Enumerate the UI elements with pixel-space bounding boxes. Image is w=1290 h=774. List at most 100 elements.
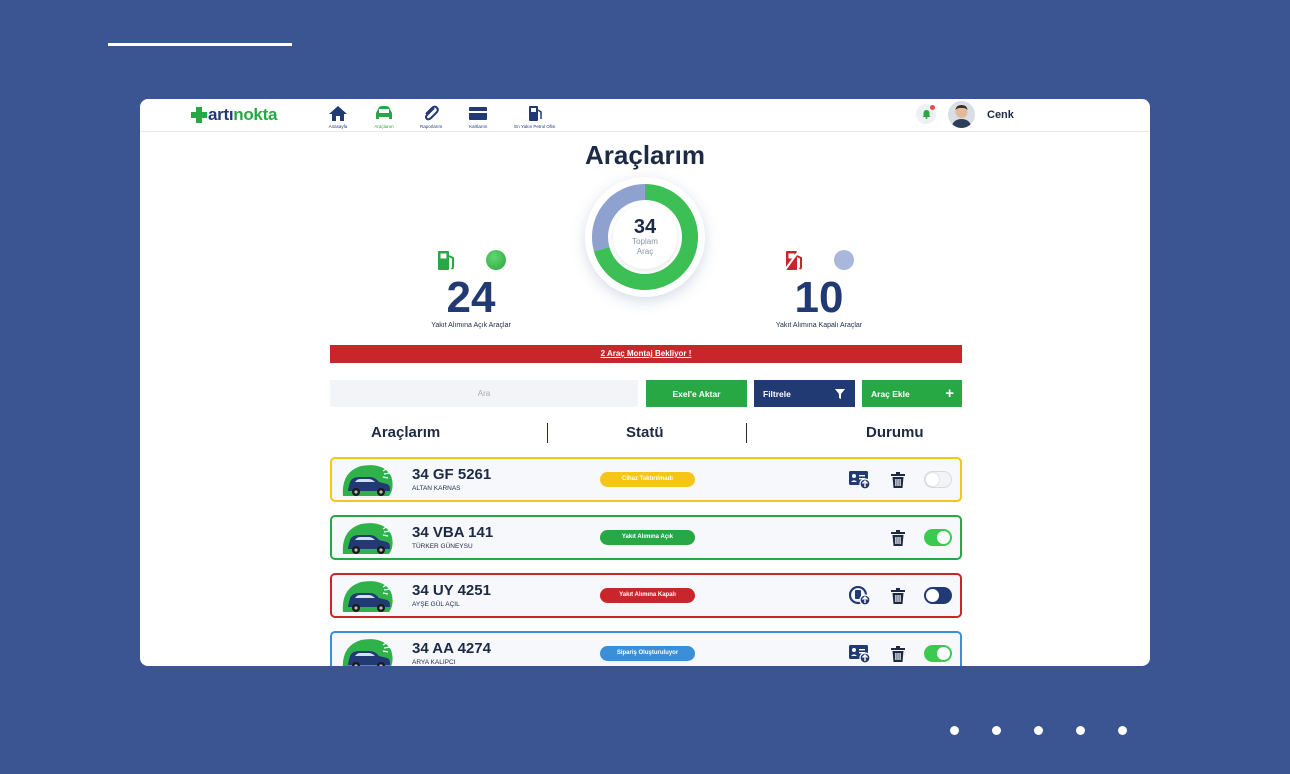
open-count: 24 [446, 273, 496, 322]
pagination-dot[interactable] [992, 726, 1001, 735]
installation-alert-link[interactable]: 2 Araç Montaj Bekliyor ! [330, 345, 962, 363]
filter-button[interactable]: Filtrele [754, 380, 855, 407]
table-row[interactable]: 34 UY 4251 AYŞE GÜL AÇIL Yakıt Alımına K… [330, 573, 962, 618]
fuel-toggle[interactable] [924, 587, 952, 604]
open-legend-dot [486, 250, 506, 270]
gas-upload-icon[interactable] [848, 585, 871, 611]
column-header-vehicles: Araçlarım [371, 424, 441, 441]
vehicle-owner: ALTAN KARNAS [412, 485, 461, 492]
nav-label: Anasayfa [328, 124, 348, 129]
app-window: artınokta Anasayfa Araçlarım Raporlarım … [140, 99, 1150, 666]
home-icon [329, 106, 347, 121]
toggle-knob [926, 473, 939, 486]
top-navbar: artınokta Anasayfa Araçlarım Raporlarım … [140, 99, 1150, 132]
status-badge: Yakıt Alımına Kapalı [600, 588, 695, 603]
car-icon [376, 106, 392, 119]
closed-vehicles-stat: 10 Yakıt Alımına Kapalı Araçlar [744, 249, 894, 329]
paperclip-icon [425, 105, 439, 121]
table-row[interactable]: 34 GF 5261 ALTAN KARNAS Cihaz Taktırılma… [330, 457, 962, 502]
add-vehicle-button[interactable]: Araç Ekle + [862, 380, 962, 407]
trash-icon[interactable] [891, 588, 905, 604]
user-name[interactable]: Cenk [987, 109, 1014, 121]
page-title: Araçlarım [585, 140, 705, 170]
toggle-knob [926, 589, 939, 602]
notifications-button[interactable] [916, 104, 936, 124]
status-badge: Cihaz Taktırılmadı [600, 472, 695, 487]
column-divider [746, 423, 747, 443]
donut-center: 34 Toplam Araç [613, 205, 677, 269]
filter-label: Filtrele [763, 388, 791, 399]
status-badge: Sipariş Oluşturuluyor [600, 646, 695, 661]
car-illustration-icon [342, 581, 393, 612]
export-label: Exel'e Aktar [672, 388, 721, 399]
search-input[interactable] [330, 380, 638, 407]
total-count: 34 [633, 216, 657, 238]
closed-label: Yakıt Alımına Kapalı Araçlar [775, 322, 863, 329]
trash-icon[interactable] [891, 472, 905, 488]
nav-item-vehicles[interactable]: Araçlarım [374, 105, 394, 129]
pagination-dot[interactable] [1076, 726, 1085, 735]
pagination-dot[interactable] [950, 726, 959, 735]
main-nav: Anasayfa Araçlarım Raporlarım Kartlarım … [328, 105, 581, 129]
pagination-dot[interactable] [1034, 726, 1043, 735]
export-excel-button[interactable]: Exel'e Aktar [646, 380, 747, 407]
decorative-line [108, 43, 292, 46]
vehicle-plate: 34 VBA 141 [412, 524, 494, 541]
id-card-upload-icon[interactable] [849, 644, 871, 666]
open-vehicles-stat: 24 Yakıt Alımına Açık Araçlar [396, 249, 546, 329]
vehicle-plate: 34 AA 4274 [412, 640, 491, 657]
brand-logo[interactable]: artınokta [191, 103, 277, 127]
nav-label: Raporlarım [420, 124, 443, 129]
vehicle-owner: TÜRKER GÜNEYSU [412, 543, 473, 550]
total-label-line2: Araç [636, 247, 654, 256]
notification-dot [930, 105, 935, 110]
table-row[interactable]: 34 VBA 141 TÜRKER GÜNEYSU Yakıt Alımına … [330, 515, 962, 560]
filter-icon [835, 388, 845, 399]
closed-count: 10 [794, 273, 844, 322]
car-illustration-icon [342, 639, 393, 666]
logo-text-part1: artı [208, 105, 234, 124]
table-header: Araçlarım Statü Durumu [330, 422, 962, 444]
plus-logo-icon [191, 107, 207, 123]
plus-icon: + [945, 385, 954, 402]
vehicle-owner: ARYA KALIPCI [412, 659, 456, 666]
fuel-pump-off-icon [784, 250, 802, 271]
vehicle-plate: 34 UY 4251 [412, 582, 491, 599]
logo-text-part2: nokta [233, 105, 278, 124]
pagination-dots [950, 726, 1127, 735]
nav-item-reports[interactable]: Raporlarım [420, 105, 442, 129]
car-illustration-icon [342, 523, 393, 554]
fuel-pump-icon [438, 250, 454, 270]
column-divider [547, 423, 548, 443]
nav-item-cards[interactable]: Kartlarım [468, 105, 488, 129]
car-illustration-icon [342, 465, 393, 496]
total-vehicles-donut: 34 Toplam Araç [585, 177, 705, 297]
vehicle-owner: AYŞE GÜL AÇIL [412, 601, 460, 608]
id-card-upload-icon[interactable] [849, 470, 871, 495]
nav-item-nearest-station[interactable]: En Yakın Petrol Ofisi [514, 105, 555, 129]
card-icon [469, 107, 488, 120]
avatar[interactable] [948, 101, 975, 128]
nav-item-home[interactable]: Anasayfa [328, 105, 348, 129]
nav-label: Araçlarım [374, 124, 394, 129]
toggle-knob [937, 531, 950, 544]
toggle-knob [937, 647, 950, 660]
nav-label: Kartlarım [469, 124, 488, 129]
closed-legend-dot [834, 250, 854, 270]
fuel-toggle[interactable] [924, 529, 952, 546]
total-label-line1: Toplam [632, 237, 658, 246]
table-row[interactable]: 34 AA 4274 ARYA KALIPCI Sipariş Oluşturu… [330, 631, 962, 666]
trash-icon[interactable] [891, 646, 905, 662]
column-header-status: Statü [626, 424, 664, 441]
open-label: Yakıt Alımına Açık Araçlar [431, 322, 511, 329]
fuel-toggle[interactable] [924, 645, 952, 662]
column-header-state: Durumu [866, 424, 924, 441]
add-label: Araç Ekle [871, 388, 910, 399]
fuel-toggle[interactable] [924, 471, 952, 488]
status-badge: Yakıt Alımına Açık [600, 530, 695, 545]
pagination-dot[interactable] [1118, 726, 1127, 735]
fuel-station-icon [528, 106, 542, 121]
user-avatar-icon [951, 105, 972, 128]
vehicle-plate: 34 GF 5261 [412, 466, 492, 483]
trash-icon[interactable] [891, 530, 905, 546]
